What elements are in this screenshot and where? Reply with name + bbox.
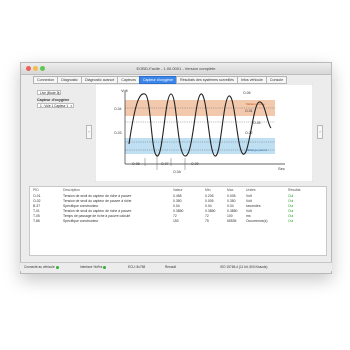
status-bar: Connecté au véhicule Interface %d%s ECU:… [20,262,332,271]
label-o-02: O-02 [245,131,253,135]
label-o-01: O-01 [245,109,253,113]
interface-indicator-icon [103,265,107,269]
col-resultat[interactable]: Résultat [288,188,300,193]
tab-diagnostic-avance[interactable]: Diagnostic avancé [80,76,118,84]
tab-capteur-oxygene[interactable]: Capteur d'oxygène [138,76,176,84]
label-o-08: O-08 [132,162,140,166]
cell-resultat: Oui [288,219,294,223]
window-title: EOBD-Facile - 1.00.0001 - Version complè… [136,66,216,71]
col-description[interactable]: Description [63,188,80,193]
tab-bar: Connexion Diagnostic Diagnostic avancé C… [33,76,288,84]
oxygen-sensor-diagram: Volt Sec Mélange riche Mélange pauvre O-… [95,84,313,182]
sensor-select-value: 1 : Voie 1 Capteur 1 [40,104,69,108]
brand-status: Renault [165,265,176,269]
tab-connexion[interactable]: Connexion [33,76,58,84]
ecu-status-text: ECU: 8x758 [128,265,146,269]
tab-console[interactable]: Console [265,76,288,84]
label-o-03: O-03 [114,131,122,135]
ecu-status: ECU: 8x758 [128,265,145,269]
tab-diagnostic[interactable]: Diagnostic [57,76,81,84]
label-o-05: O-05 [253,121,261,125]
table-header-row: PID Description Valeur Min Max Unités Ré… [30,188,326,193]
interface-status-text: Interface %d%s [80,265,103,269]
col-valeur[interactable]: Valeur [173,188,183,193]
pid-table: PID Description Valeur Min Max Unités Ré… [29,186,327,256]
label-o-06: O-06 [243,91,251,95]
interface-status: Interface %d%s [80,265,107,269]
y-unit-label: Volt [121,88,129,93]
cell-pid: T-86 [33,219,40,223]
brand-status-text: Renault [165,265,176,269]
label-o-09: O-09 [191,162,199,166]
col-pid[interactable]: PID [33,188,39,193]
next-sensor-button[interactable]: › [317,125,323,139]
tab-resultats[interactable]: Résultats des systèmes surveillés [176,76,237,84]
label-o-04: O-04 [114,107,122,111]
col-min[interactable]: Min [205,188,210,193]
protocol-status: ISO 15765-4 (11 bit, 500 Kbauds) [220,265,267,269]
label-o-07: O-07 [161,162,169,166]
sensor-panel: Live (Mode 3) ▾ Capteur d'oxygène 1 : Vo… [37,90,97,130]
col-max[interactable]: Max [227,188,233,193]
chevron-down-icon: ▾ [57,91,59,95]
table-row[interactable]: T-86 Spécifique constructeur 150 75 6553… [30,219,326,224]
connection-status-text: Connecté au véhicule [24,265,55,269]
previous-sensor-button[interactable]: ‹ [86,125,92,139]
x-unit-label: Sec [278,166,285,171]
cell-valeur: 150 [173,219,179,223]
title-bar: EOBD-Facile - 1.00.0001 - Version complè… [21,63,331,75]
col-unites[interactable]: Unités [246,188,256,193]
cell-max: 65535 [227,219,237,223]
cell-min: 75 [205,219,209,223]
connection-indicator-icon [55,265,59,269]
label-o-0a: O-0A [173,170,182,174]
protocol-status-text: ISO 15765-4 (11 bit, 500 Kbauds) [220,265,268,269]
cell-description: Spécifique constructeur [63,219,99,223]
tab-capteurs[interactable]: Capteurs [117,76,139,84]
sensor-label: Capteur d'oxygène [37,98,70,102]
mode-select[interactable]: Live (Mode 3) ▾ [37,90,61,95]
tab-infos-vehicule[interactable]: Infos véhicule [236,76,266,84]
connection-status: Connecté au véhicule [24,265,59,269]
chevron-down-icon: ▾ [70,104,72,108]
cell-unites: Occurrence(s) [246,219,268,223]
sensor-select[interactable]: 1 : Voie 1 Capteur 1 ▾ [37,103,74,108]
